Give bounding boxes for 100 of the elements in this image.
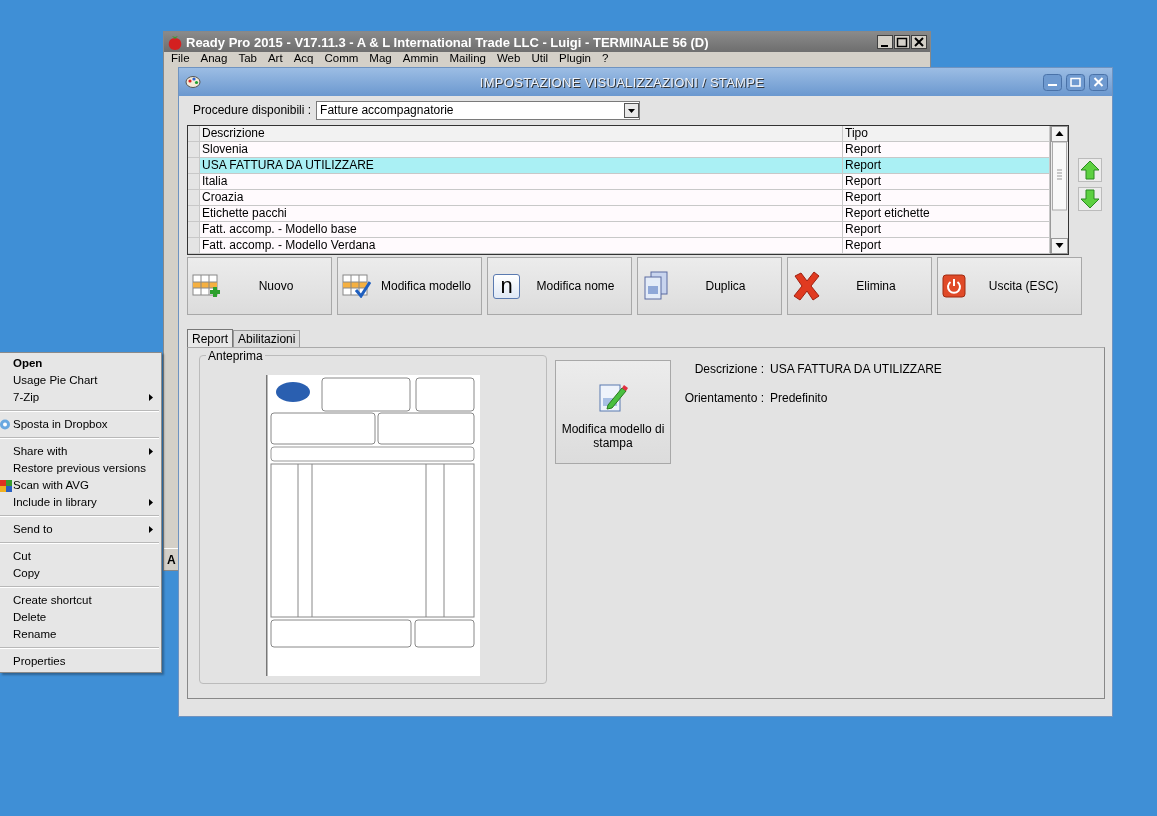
table-row[interactable]: Italia Report <box>188 174 1050 190</box>
row-indicator[interactable] <box>188 238 200 253</box>
up-arrow-icon <box>1079 159 1101 181</box>
menu-item[interactable]: Tab <box>235 52 265 65</box>
palette-icon <box>185 74 201 90</box>
delete-icon <box>792 270 821 302</box>
table-cell: Croazia <box>200 190 843 205</box>
table-cell: Report <box>843 238 1050 253</box>
tiles-icon <box>0 479 12 493</box>
menu-item[interactable]: Properties <box>0 653 161 670</box>
status-text: A <box>167 553 176 567</box>
toolbar-button[interactable]: n Modifica nome <box>487 257 632 315</box>
menu-item[interactable]: Delete <box>0 609 161 626</box>
field-label: Orientamento : <box>683 391 764 405</box>
group-legend: Anteprima <box>206 349 265 363</box>
menu-item[interactable]: Copy <box>0 565 161 582</box>
field-label: Procedure disponibili : <box>193 103 312 117</box>
menu-item[interactable]: Include in library <box>0 494 161 511</box>
column-header[interactable]: Descrizione <box>200 126 843 141</box>
toolbar-button[interactable]: Elimina <box>787 257 932 315</box>
menu-item[interactable]: Scan with AVG <box>0 477 161 494</box>
row-indicator[interactable] <box>188 206 200 221</box>
table-row[interactable]: Croazia Report <box>188 190 1050 206</box>
menu-item[interactable]: Web <box>493 52 529 65</box>
menu-item[interactable]: Sposta in Dropbox <box>0 416 161 433</box>
menu-item[interactable]: Share with <box>0 443 161 460</box>
menu-item[interactable]: Comm <box>321 52 367 65</box>
field-value: Predefinito <box>770 391 829 405</box>
menu-item[interactable]: File <box>168 52 198 65</box>
toolbar-button[interactable]: Nuovo <box>187 257 332 315</box>
table-cell: Report <box>843 142 1050 157</box>
menu-item[interactable]: Rename <box>0 626 161 643</box>
table-cell: Etichette pacchi <box>200 206 843 221</box>
menu-item[interactable]: Create shortcut <box>0 592 161 609</box>
table-row[interactable]: Etichette pacchi Report etichette <box>188 206 1050 222</box>
menu-item[interactable]: 7-Zip <box>0 389 161 406</box>
maximize-icon <box>1066 73 1085 91</box>
strawberry-icon <box>167 33 183 51</box>
move-up-button[interactable] <box>1078 158 1102 182</box>
close-icon <box>911 35 927 49</box>
row-indicator[interactable] <box>188 190 200 205</box>
minimize-icon <box>877 35 893 49</box>
letter-icon: n <box>493 273 520 299</box>
submenu-arrow-icon <box>149 448 153 455</box>
power-icon <box>942 274 966 298</box>
menu-item[interactable]: Mailing <box>446 52 494 65</box>
row-indicator[interactable] <box>188 142 200 157</box>
edit-print-template-button[interactable]: Modifica modello di stampa <box>555 360 671 464</box>
submenu-arrow-icon <box>149 499 153 506</box>
table-cell: Report <box>843 190 1050 205</box>
table-cell: Italia <box>200 174 843 189</box>
copy-icon <box>642 271 670 301</box>
minimize-icon <box>1043 73 1062 91</box>
menu-item[interactable]: Acq <box>290 52 322 65</box>
submenu-arrow-icon <box>149 394 153 401</box>
menu-item[interactable]: Open <box>0 355 161 372</box>
table-cell: Report etichette <box>843 206 1050 221</box>
submenu-arrow-icon <box>149 526 153 533</box>
field-label: Descrizione : <box>693 362 764 376</box>
menu-item[interactable]: Util <box>528 52 556 65</box>
table-row[interactable]: Fatt. accomp. - Modello base Report <box>188 222 1050 238</box>
menu-item[interactable]: Plugin <box>556 52 599 65</box>
toolbar-button[interactable]: Duplica <box>637 257 782 315</box>
table-row[interactable]: Fatt. accomp. - Modello Verdana Report <box>188 238 1050 254</box>
maximize-icon <box>894 35 910 49</box>
menu-item[interactable]: Cut <box>0 548 161 565</box>
table-cell: Fatt. accomp. - Modello base <box>200 222 843 237</box>
menu-item[interactable]: Mag <box>366 52 400 65</box>
window-title: Ready Pro 2015 - V17.11.3 - A & L International Trade LLC - Luigi - TERMINALE 56 (D) <box>186 34 710 50</box>
vertical-scrollbar[interactable] <box>1050 126 1068 254</box>
row-indicator[interactable] <box>188 158 200 173</box>
menu-item[interactable]: ? <box>599 52 617 65</box>
down-arrow-icon <box>1079 188 1101 210</box>
table-row[interactable]: USA FATTURA DA UTILIZZARE Report <box>188 158 1050 174</box>
menu-item[interactable]: Anag <box>197 52 236 65</box>
dialog-title: IMPOSTAZIONE VISUALIZZAZIONI / STAMPE <box>478 74 766 90</box>
move-down-button[interactable] <box>1078 187 1102 211</box>
toolbar-button[interactable]: Modifica modello <box>337 257 482 315</box>
tab[interactable]: Report <box>187 329 234 347</box>
document-pencil-icon <box>597 382 629 412</box>
row-indicator[interactable] <box>188 222 200 237</box>
menu-item[interactable]: Usage Pie Chart <box>0 372 161 389</box>
table-cell: Report <box>843 174 1050 189</box>
table-cell: USA FATTURA DA UTILIZZARE <box>200 158 843 173</box>
procedure-dropdown[interactable]: Fatture accompagnatorie <box>316 100 641 120</box>
table-cell: Fatt. accomp. - Modello Verdana <box>200 238 843 253</box>
table-cell: Report <box>843 158 1050 173</box>
row-indicator[interactable] <box>188 174 200 189</box>
grid-plus-icon <box>192 274 221 298</box>
menu-item[interactable]: Ammin <box>399 52 447 65</box>
toolbar-button[interactable]: Uscita (ESC) <box>937 257 1082 315</box>
menu-item[interactable]: Restore previous versions <box>0 460 161 477</box>
menu-item[interactable]: Art <box>264 52 291 65</box>
table-cell: Report <box>843 222 1050 237</box>
table-row[interactable]: Slovenia Report <box>188 142 1050 158</box>
tab[interactable]: Abilitazioni <box>233 330 301 347</box>
table-cell: Slovenia <box>200 142 843 157</box>
column-header[interactable]: Tipo <box>843 126 1050 141</box>
close-icon <box>1089 73 1108 91</box>
menu-item[interactable]: Send to <box>0 521 161 538</box>
